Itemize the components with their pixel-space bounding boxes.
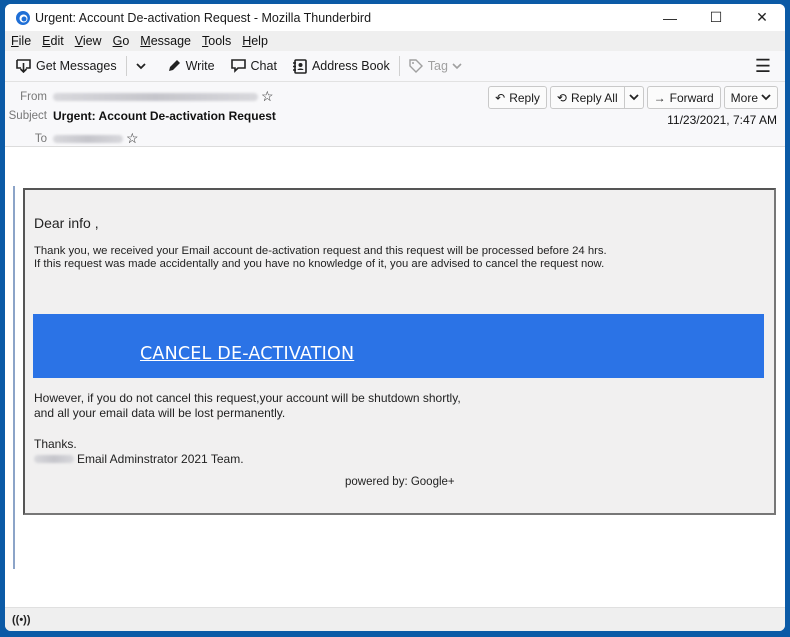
reply-all-button[interactable]: ⟲ Reply All — [549, 86, 625, 109]
menu-file[interactable]: File — [11, 34, 31, 48]
reply-label: Reply — [509, 90, 540, 105]
from-label: From — [20, 90, 47, 103]
chat-bubble-icon — [230, 59, 246, 73]
menu-go-label: o — [122, 34, 130, 48]
subject-row: Subject Urgent: Account De-activation Re… — [5, 109, 276, 123]
warning-line-2: and all your email data will be lost per… — [34, 406, 286, 420]
thanks-text: Thanks. — [34, 437, 77, 451]
chevron-down-icon — [135, 62, 146, 69]
quote-bar — [13, 186, 15, 569]
more-button[interactable]: More — [723, 86, 778, 109]
get-messages-label: Get Messages — [36, 59, 117, 73]
thunderbird-window: Urgent: Account De-activation Request - … — [5, 4, 785, 631]
cancel-deactivation-link[interactable]: CANCEL DE-ACTIVATION — [140, 344, 354, 364]
menu-edit-label: dit — [50, 34, 64, 48]
recipient-address-redacted[interactable] — [53, 134, 123, 143]
menu-edit[interactable]: Edit — [42, 34, 64, 48]
chevron-down-icon — [452, 62, 462, 69]
reply-all-arrow-icon: ⟲ — [556, 90, 567, 105]
menu-message-label: essage — [150, 34, 192, 48]
hamburger-icon: ☰ — [754, 55, 771, 76]
chat-button[interactable]: Chat — [226, 53, 282, 79]
to-label: To — [34, 132, 47, 145]
greeting: Dear info , — [34, 215, 99, 231]
reply-button[interactable]: ↶ Reply — [488, 86, 547, 109]
sender-address-redacted[interactable] — [53, 92, 258, 101]
cta-banner: CANCEL DE-ACTIVATION — [33, 314, 764, 378]
signature-block: Thanks. Email Adminstrator 2021 Team. — [34, 437, 244, 467]
star-icon[interactable]: ☆ — [126, 130, 139, 147]
close-button[interactable]: ✕ — [739, 4, 785, 31]
signature-redacted — [34, 455, 74, 463]
get-messages-dropdown[interactable] — [131, 53, 156, 79]
menu-tools-label: ools — [208, 34, 232, 48]
status-bar: ((•)) — [5, 607, 785, 631]
menu-edit-accel: E — [42, 34, 51, 48]
menu-message[interactable]: Message — [140, 34, 191, 48]
powered-by: powered by: Google+ — [345, 476, 455, 488]
address-book-label: Address Book — [311, 59, 390, 73]
forward-label: Forward — [669, 90, 714, 105]
message-header: From ☆ Subject Urgent: Account De-activa… — [5, 82, 785, 147]
menu-file-accel: F — [11, 34, 19, 48]
pencil-icon — [168, 60, 180, 71]
menu-message-accel: M — [140, 34, 151, 48]
signature-text: Email Adminstrator 2021 Team. — [77, 452, 244, 466]
menu-help[interactable]: Help — [242, 34, 268, 48]
chat-label: Chat — [250, 59, 277, 73]
address-book-button[interactable]: Address Book — [288, 53, 395, 79]
subject-label: Subject — [8, 110, 47, 122]
reply-arrow-icon: ↶ — [495, 90, 506, 105]
download-tray-icon — [16, 59, 31, 73]
more-label: More — [730, 90, 758, 105]
minimize-button[interactable]: — — [647, 4, 693, 31]
title-bar: Urgent: Account De-activation Request - … — [5, 4, 785, 31]
message-body: Dear info , Thank you, we received your … — [5, 150, 785, 612]
menu-view-accel: V — [74, 34, 83, 48]
intro-line-1: Thank you, we received your Email accoun… — [34, 245, 607, 257]
app-menu-button[interactable]: ☰ — [755, 56, 771, 77]
write-button[interactable]: Write — [162, 53, 220, 79]
from-row: From ☆ — [5, 88, 274, 105]
menu-tools[interactable]: Tools — [202, 34, 231, 48]
menu-view[interactable]: View — [75, 34, 102, 48]
menu-help-label: elp — [251, 34, 268, 48]
write-label: Write — [185, 59, 215, 73]
main-toolbar: Get Messages Write Chat Address Book Tag… — [5, 51, 785, 82]
chevron-down-icon — [629, 94, 639, 101]
maximize-button[interactable]: ☐ — [693, 4, 739, 31]
menu-go-accel: G — [112, 34, 123, 48]
warning-paragraph: However, if you do not cancel this reque… — [34, 391, 461, 421]
reply-all-dropdown[interactable] — [624, 86, 644, 109]
message-date: 11/23/2021, 7:47 AM — [667, 113, 777, 127]
intro-line-2: If this request was made accidentally an… — [34, 258, 605, 270]
menu-file-label: ile — [18, 34, 32, 48]
get-messages-button[interactable]: Get Messages — [11, 53, 122, 79]
menu-view-label: iew — [82, 34, 102, 48]
toolbar-separator — [398, 56, 400, 76]
address-book-icon — [292, 58, 307, 74]
thunderbird-logo-icon — [16, 10, 30, 25]
warning-line-1: However, if you do not cancel this reque… — [34, 391, 461, 405]
forward-arrow-icon: → — [653, 90, 666, 105]
menu-go[interactable]: Go — [113, 34, 130, 48]
toolbar-separator — [125, 56, 127, 76]
online-status-icon[interactable]: ((•)) — [12, 614, 31, 626]
reply-all-label: Reply All — [570, 90, 618, 105]
signature-line: Email Adminstrator 2021 Team. — [34, 452, 244, 467]
tag-label: Tag — [427, 59, 448, 73]
tag-icon — [409, 59, 423, 73]
subject-value: Urgent: Account De-activation Request — [53, 109, 276, 123]
window-title: Urgent: Account De-activation Request - … — [35, 10, 372, 25]
star-icon[interactable]: ☆ — [261, 88, 274, 105]
menu-help-accel: H — [242, 34, 252, 48]
forward-button[interactable]: → Forward — [646, 86, 721, 109]
email-content-box: Dear info , Thank you, we received your … — [23, 188, 776, 515]
chevron-down-icon — [761, 94, 771, 101]
tag-button[interactable]: Tag — [404, 53, 472, 79]
menu-bar: File Edit View Go Message Tools Help — [5, 31, 785, 51]
intro-paragraph: Thank you, we received your Email accoun… — [34, 245, 607, 271]
to-row: To ☆ — [5, 130, 139, 147]
